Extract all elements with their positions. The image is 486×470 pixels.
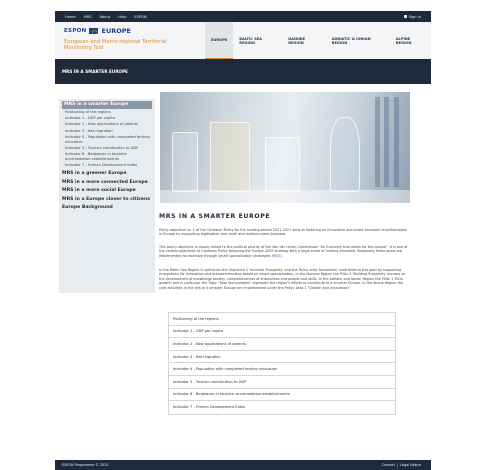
sidebar-item-indicator-7[interactable]: Indicator 7 - Human Development Index (65, 163, 152, 168)
sidebar-item-indicator-5[interactable]: Indicator 5 - Tourism contribution to GD… (65, 146, 152, 151)
sidebar-section-connected-europe[interactable]: MRS in a more connected Europe (62, 180, 152, 186)
sign-in-label: Sign in (408, 14, 421, 19)
test-tube-shape (394, 97, 399, 187)
sidebar-item-positioning[interactable]: Positioning of the regions (65, 110, 152, 115)
flask-shape (330, 117, 360, 192)
list-item-indicator-5[interactable]: Indicator 5 - Tourism contribution to GD… (169, 375, 395, 389)
sidebar-item-indicator-3[interactable]: Indicator 3 - Net migration (65, 129, 152, 134)
table-surface (160, 190, 410, 203)
top-links: Home MRS About Help ESPON (65, 11, 147, 22)
list-item-indicator-6[interactable]: Indicator 6 - Bedplaces in touristic acc… (169, 388, 395, 402)
list-item-indicator-4[interactable]: Indicator 4 - Population with completed … (169, 363, 395, 376)
main-heading: MRS IN A SMARTER EUROPE (159, 213, 271, 220)
top-link-about[interactable]: About (100, 15, 111, 19)
sidebar-item-indicator-2[interactable]: Indicator 2 - New applications of patent… (65, 122, 152, 127)
intro-paragraph-3: In the Baltic Sea Region in particular t… (159, 268, 406, 290)
footer-contact-link[interactable]: Contact (382, 463, 395, 467)
list-item-indicator-3[interactable]: Indicator 3 - Net migration (169, 350, 395, 364)
list-item-indicator-2[interactable]: Indicator 2 - New applications of patent… (169, 338, 395, 351)
indicator-list: Positioning of the regions Indicator 1 -… (168, 312, 396, 415)
test-tube-shape (384, 97, 389, 187)
tab-europe[interactable]: EUROPE (205, 22, 234, 59)
test-tube-shape (375, 97, 380, 187)
footer-links: Contact | Legal Notice (382, 460, 421, 470)
region-nav: EUROPE BALTIC SEA REGION DANUBE REGION A… (205, 22, 431, 59)
hero-image-lab-glassware (160, 92, 410, 203)
logo-tool-name: European and Macro-regional Territorial … (64, 39, 167, 51)
page-title-bar: MRS IN A SMARTER EUROPE (55, 59, 431, 84)
site-header: ESPON EUROPE European and Macro-regional… (55, 22, 431, 59)
glass-jar-shape (172, 132, 198, 192)
list-item-indicator-1[interactable]: Indicator 1 - GDP per capita (169, 325, 395, 339)
sidebar-item-indicator-4[interactable]: Indicator 4 - Population with completed … (65, 135, 152, 144)
sidebar-section-greener-europe[interactable]: MRS in a greener Europe (62, 171, 152, 177)
top-utility-bar: Home MRS About Help ESPON Sign in (55, 11, 431, 22)
top-link-mrs[interactable]: MRS (84, 15, 92, 19)
sidebar-submenu: Positioning of the regions Indicator 1 -… (62, 110, 152, 169)
sidebar-menu: MRS in a smarter Europe Positioning of t… (59, 99, 155, 293)
paragraph-2-text: This policy objective is closely linked … (159, 245, 408, 258)
top-link-help[interactable]: Help (118, 15, 126, 19)
logo-mark: ESPON EUROPE (64, 27, 131, 35)
sidebar-section-europe-background[interactable]: Europe Background (62, 205, 152, 211)
footer-copyright: ESPON Programme © 2020 (62, 463, 109, 467)
list-item-indicator-7[interactable]: Indicator 7 - Human Development Index (169, 401, 395, 414)
ris3-link[interactable]: (RIS3). (272, 254, 283, 258)
page-title: MRS IN A SMARTER EUROPE (62, 69, 128, 74)
sidebar-item-indicator-1[interactable]: Indicator 1 - GDP per capita (65, 116, 152, 121)
sidebar-section-closer-to-citizens[interactable]: MRS in a Europe closer to citizens (62, 197, 152, 203)
tab-baltic-sea-region[interactable]: BALTIC SEA REGION (233, 22, 282, 59)
intro-paragraph-1: Policy objective no. 1 of the Cohesion P… (159, 228, 408, 237)
site-footer: ESPON Programme © 2020 Contact | Legal N… (55, 460, 431, 470)
list-item-positioning[interactable]: Positioning of the regions (169, 313, 395, 326)
top-link-home[interactable]: Home (65, 15, 76, 19)
tab-adriatic-ionian-region[interactable]: ADRIATIC & IONIAN REGION (326, 22, 390, 59)
site-logo[interactable]: ESPON EUROPE European and Macro-regional… (64, 25, 174, 55)
tab-alpine-region[interactable]: ALPINE REGION (390, 22, 431, 59)
eu-flag-icon (88, 28, 98, 35)
tab-danube-region[interactable]: DANUBE REGION (282, 22, 325, 59)
logo-europe-text: EUROPE (101, 27, 131, 35)
footer-legal-notice-link[interactable]: Legal Notice (400, 463, 421, 467)
lock-icon (403, 15, 407, 18)
footer-separator: | (396, 463, 398, 467)
sidebar-section-social-europe[interactable]: MRS in a more social Europe (62, 188, 152, 194)
sidebar-section-smarter-europe[interactable]: MRS in a smarter Europe (62, 101, 152, 109)
sign-in-link[interactable]: Sign in (403, 11, 421, 22)
glass-jar-shape (210, 122, 250, 192)
intro-paragraph-2: This policy objective is closely linked … (159, 245, 411, 258)
glass-jar-shape (265, 137, 300, 192)
top-link-espon[interactable]: ESPON (134, 15, 146, 19)
sidebar-item-indicator-6[interactable]: Indicator 6 - Bedplaces in touristic acc… (65, 152, 152, 161)
logo-espon-text: ESPON (64, 28, 87, 34)
